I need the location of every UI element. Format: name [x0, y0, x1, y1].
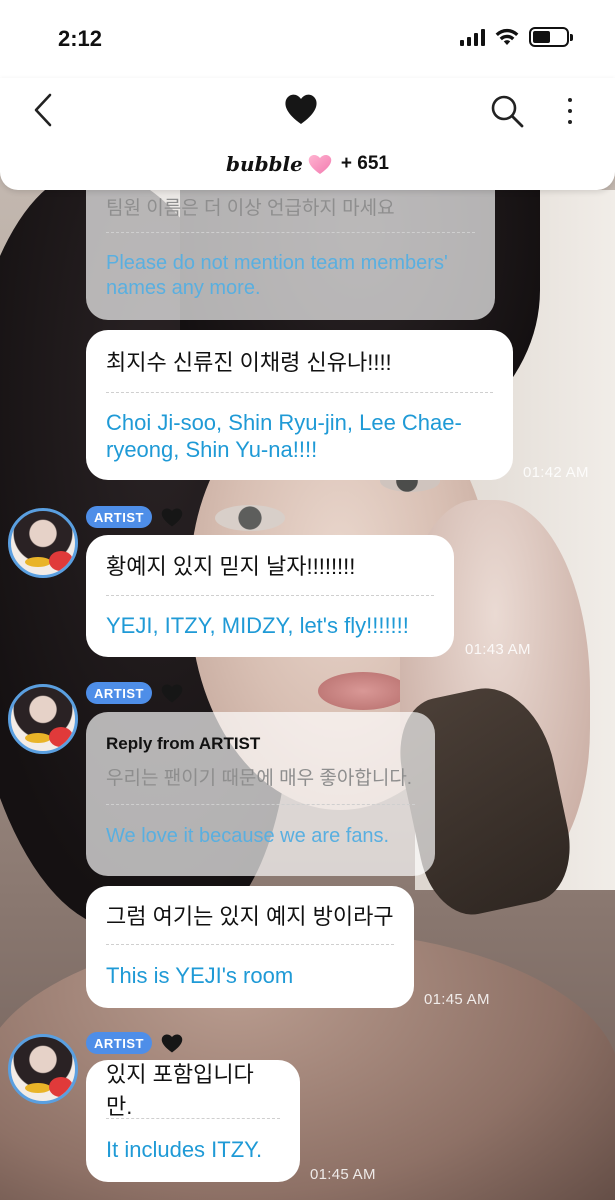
- message-english: YEJI, ITZY, MIDZY, let's fly!!!!!!!: [106, 613, 409, 639]
- chat-header: bubble + 651: [0, 78, 615, 190]
- brand-name: bubble: [226, 152, 303, 176]
- wifi-icon: [495, 28, 519, 45]
- message-timestamp: 01:42 AM: [523, 464, 589, 481]
- message-english: Choi Ji-soo, Shin Ryu-jin, Lee Chae-ryeo…: [106, 409, 462, 463]
- artist-avatar[interactable]: [8, 1034, 78, 1104]
- black-heart-icon: [161, 684, 183, 703]
- search-icon[interactable]: [488, 92, 526, 130]
- back-chevron-icon[interactable]: [28, 92, 62, 128]
- pink-heart-icon: [308, 155, 332, 174]
- black-heart-icon: [161, 508, 183, 527]
- message-korean: 우리는 팬이기 때문에 매우 좋아합니다.: [106, 767, 413, 789]
- status-icons: [460, 27, 573, 47]
- message-bubble[interactable]: 황예지 있지 믿지 날자!!!!!!!! YEJI, ITZY, MIDZY, …: [86, 535, 454, 657]
- battery-icon: [529, 27, 573, 47]
- message-timestamp: 01:45 AM: [310, 1166, 376, 1183]
- artist-badge: ARTIST: [86, 506, 152, 528]
- reply-bubble[interactable]: Reply from ARTIST 우리는 팬이기 때문에 매우 좋아합니다. …: [86, 712, 435, 876]
- chat-area[interactable]: 팀원 이름은 더 이상 언급하지 마세요 Please do not menti…: [0, 160, 615, 1200]
- status-time: 2:12: [58, 26, 103, 51]
- black-heart-icon: [285, 94, 317, 124]
- message-timestamp: 01:45 AM: [424, 991, 490, 1008]
- message-english: This is YEJI's room: [106, 963, 294, 989]
- artist-badge: ARTIST: [86, 682, 152, 704]
- signal-icon: [460, 28, 485, 46]
- reply-label: Reply from ARTIST: [106, 734, 261, 753]
- message-timestamp: 01:43 AM: [465, 641, 531, 658]
- subscriber-count: + 651: [340, 153, 389, 174]
- artist-avatar[interactable]: [8, 684, 78, 754]
- black-heart-icon: [161, 1034, 183, 1053]
- message-english: We love it because we are fans.: [106, 824, 390, 847]
- header-subtitle: bubble + 651: [0, 152, 615, 176]
- status-bar: 2:12: [0, 0, 615, 78]
- message-korean: 있지 포함입니다만.: [106, 1062, 254, 1119]
- message-english: Please do not mention team members' name…: [106, 252, 448, 299]
- message-bubble[interactable]: 있지 포함입니다만. It includes ITZY.: [86, 1060, 300, 1182]
- message-korean: 최지수 신류진 이채령 신유나!!!!: [106, 350, 392, 375]
- more-vertical-icon[interactable]: [560, 94, 580, 128]
- message-english: It includes ITZY.: [106, 1137, 263, 1163]
- message-bubble[interactable]: 최지수 신류진 이채령 신유나!!!! Choi Ji-soo, Shin Ry…: [86, 330, 513, 480]
- artist-badge: ARTIST: [86, 1032, 152, 1054]
- message-korean: 그럼 여기는 있지 예지 방이라구: [106, 904, 394, 929]
- message-korean: 황예지 있지 믿지 날자!!!!!!!!: [106, 554, 356, 579]
- artist-avatar[interactable]: [8, 508, 78, 578]
- message-bubble[interactable]: 그럼 여기는 있지 예지 방이라구 This is YEJI's room: [86, 886, 414, 1008]
